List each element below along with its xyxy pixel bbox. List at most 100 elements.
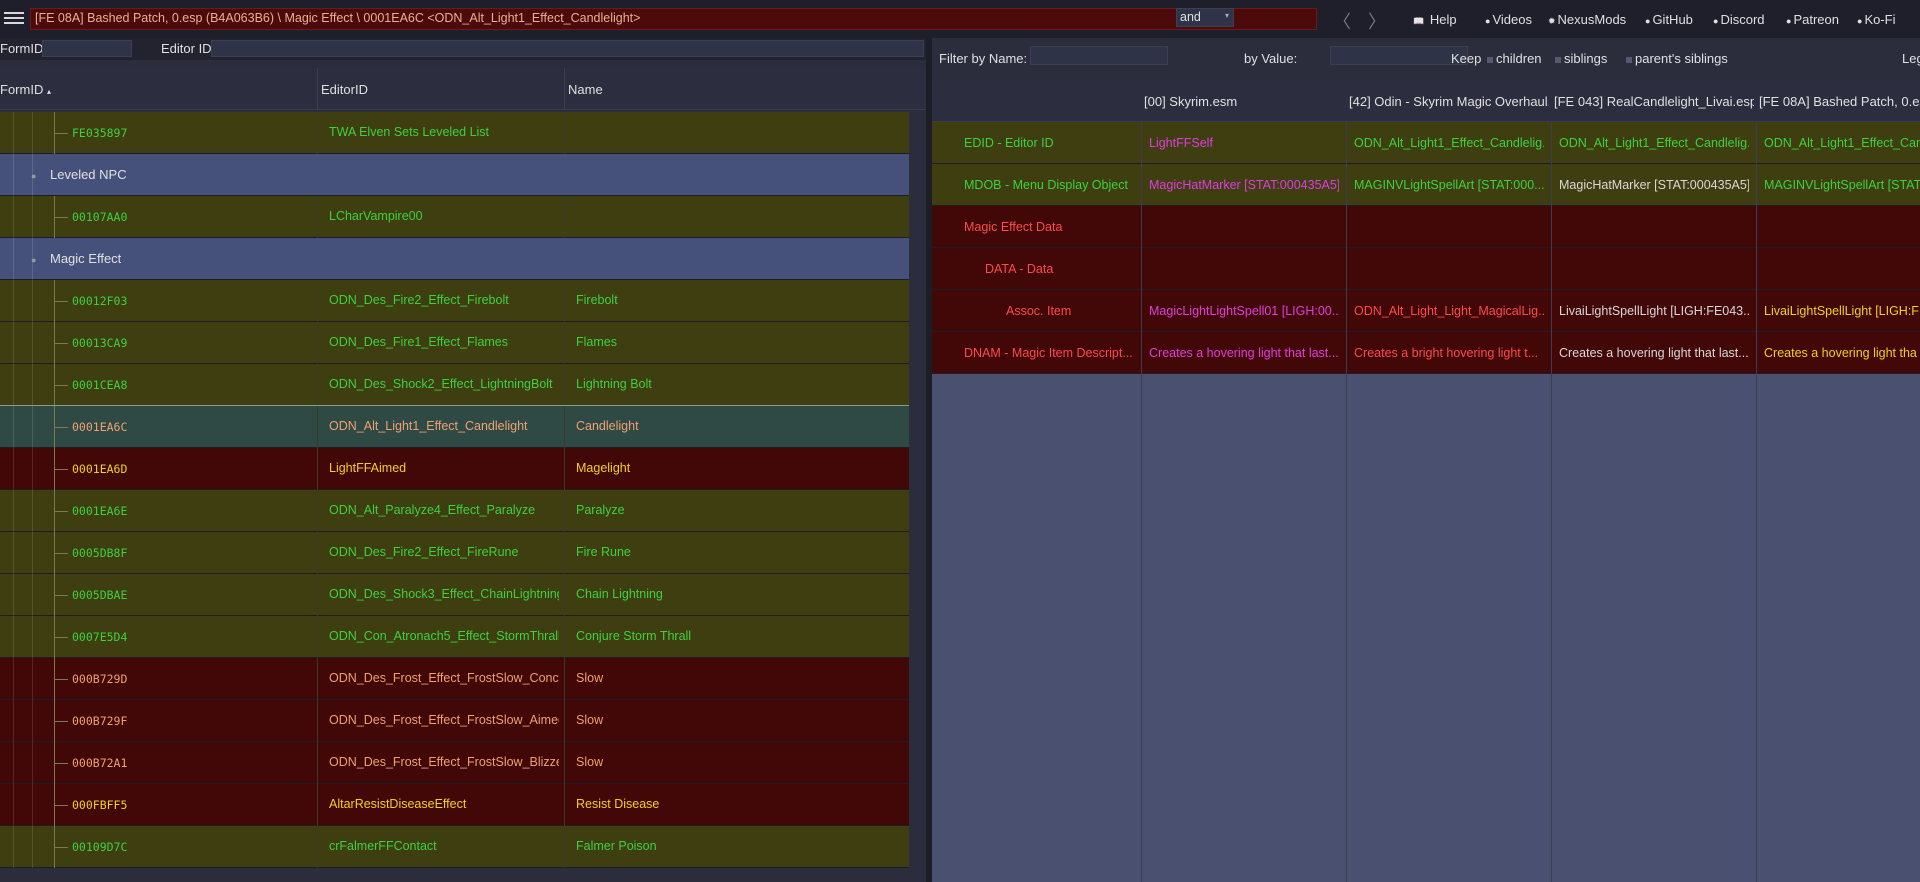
tree-record-row[interactable]: 0001EA6E ODN_Alt_Paralyze4_Effect_Paralyz… (0, 490, 909, 532)
cell-divider (564, 742, 565, 784)
tree-scrollbar[interactable] (909, 112, 926, 882)
column-divider[interactable] (317, 68, 318, 110)
keep-label: Keep (1451, 51, 1482, 66)
expand-toggle-icon[interactable]: ● (31, 171, 36, 181)
help-link[interactable]: 📖 Help (1413, 12, 1457, 27)
keep-parents-siblings-checkbox[interactable]: parent's siblings (1626, 51, 1728, 66)
discord-link[interactable]: ● Discord (1713, 12, 1765, 27)
record-field-row[interactable]: Assoc. Item MagicLightLightSpell01 [LIGH:… (932, 290, 1920, 332)
hamburger-menu-icon[interactable] (2, 9, 26, 29)
tree-guide-line (32, 364, 33, 406)
tree-guide-line (13, 658, 14, 700)
field-value-cell[interactable]: Creates a hovering light that last... (1149, 346, 1339, 360)
tree-record-row[interactable]: 0001EA6C ODN_Alt_Light1_Effect_Candleligh… (0, 405, 910, 449)
tree-record-row[interactable]: 0001EA6D LightFFAimed Magelight (0, 448, 909, 490)
formid-filter-label: FormID (0, 41, 44, 56)
field-value-cell[interactable]: MagicHatMarker [STAT:000435A5] (1559, 178, 1749, 192)
field-value-cell[interactable]: ODN_Alt_Light_Light_MagicalLig... (1354, 304, 1544, 318)
name-cell: Slow (576, 671, 604, 685)
keep-children-checkbox[interactable]: children (1487, 51, 1542, 66)
record-column-divider (1551, 122, 1552, 882)
field-value-cell[interactable]: Creates a hovering light tha (1764, 346, 1920, 360)
field-value-cell[interactable]: MagicHatMarker [STAT:000435A5] (1149, 178, 1339, 192)
tree-record-row[interactable]: 0007E5D4 ODN_Con_Atronach5_Effect_StormTh… (0, 616, 909, 658)
editorid-filter-input[interactable] (211, 40, 924, 57)
tree-record-row[interactable]: 0005DBAE ODN_Des_Shock3_Effect_ChainLight… (0, 574, 909, 616)
cell-divider (564, 196, 565, 238)
editorid-cell: AltarResistDiseaseEffect (329, 797, 467, 811)
and-or-select[interactable]: and ▾ (1176, 8, 1234, 27)
tree-branch-line (54, 385, 68, 386)
tree-branch-line (54, 469, 68, 470)
nexusmods-link[interactable]: ✹ NexusMods (1548, 12, 1626, 27)
legend-button[interactable]: Leg (1902, 51, 1920, 66)
filter-by-name-input[interactable] (1030, 46, 1168, 65)
cell-divider (564, 490, 565, 532)
kofi-link[interactable]: ● Ko-Fi (1857, 12, 1896, 27)
cell-divider (564, 658, 565, 700)
filter-by-value-input[interactable] (1330, 46, 1468, 65)
tree-record-row[interactable]: 00109D7C crFalmerFFContact Falmer Poison (0, 826, 909, 868)
tree-record-row[interactable]: 000B72A1 ODN_Des_Frost_Effect_FrostSlow_B… (0, 742, 909, 784)
record-path-field[interactable]: [FE 08A] Bashed Patch, 0.esp (B4A063B6) … (30, 8, 1317, 30)
tree-branch-line (54, 511, 68, 512)
tree-record-row[interactable]: FE035897 TWA Elven Sets Leveled List (0, 112, 909, 154)
editorid-column-header[interactable]: EditorID (321, 82, 368, 97)
back-arrow-icon[interactable]: 〈 (1333, 8, 1351, 34)
tree-record-row[interactable]: 0005DB8F ODN_Des_Fire2_Effect_FireRune Fir… (0, 532, 909, 574)
tree-guide-line (32, 658, 33, 700)
tree-record-row[interactable]: 000B729F ODN_Des_Frost_Effect_FrostSlow_A… (0, 700, 909, 742)
field-value-cell[interactable]: ODN_Alt_Light1_Effect_Candlelig... (1354, 136, 1544, 150)
github-icon: ● (1645, 16, 1651, 26)
field-value-cell[interactable]: ODN_Alt_Light1_Effect_Candlelig (1764, 136, 1920, 150)
left-filter-bar: FormID Editor ID (0, 38, 926, 60)
formid-cell: 0001EA6D (72, 462, 128, 476)
tree-record-row[interactable]: 000FBFF5 AltarResistDiseaseEffect Resist D… (0, 784, 909, 826)
field-value-cell[interactable]: LivaiLightSpellLight [LIGH:FE (1764, 304, 1920, 318)
record-column-header[interactable]: [FE 08A] Bashed Patch, 0.esp (1759, 94, 1920, 109)
name-column-header[interactable]: Name (568, 82, 603, 97)
patreon-link[interactable]: ● Patreon (1786, 12, 1839, 27)
record-field-row[interactable]: DNAM - Magic Item Descript... Creates a h… (932, 332, 1920, 374)
tree-group-row[interactable]: ● Magic Effect (0, 238, 909, 280)
expand-toggle-icon[interactable]: ● (31, 255, 36, 265)
field-value-cell[interactable]: ODN_Alt_Light1_Effect_Candlelig... (1559, 136, 1749, 150)
tree-record-row[interactable]: 000B729D ODN_Des_Frost_Effect_FrostSlow_C… (0, 658, 909, 700)
tree-branch-line (54, 133, 68, 134)
tree-guide-line (32, 448, 33, 490)
keep-siblings-checkbox[interactable]: siblings (1555, 51, 1607, 66)
tree-record-row[interactable]: 00013CA9 ODN_Des_Fire1_Effect_Flames Flame… (0, 322, 909, 364)
record-field-row[interactable]: EDID - Editor ID LightFFSelf ODN_Alt_Light… (932, 122, 1920, 164)
name-cell: Magelight (576, 461, 631, 475)
checkbox-icon (1626, 56, 1632, 63)
field-value-cell[interactable]: LightFFSelf (1149, 136, 1339, 150)
record-field-row[interactable]: DATA - Data (932, 248, 1920, 290)
record-column-header[interactable]: [00] Skyrim.esm (1144, 94, 1344, 109)
chevron-down-icon: ▾ (1224, 11, 1229, 20)
record-column-header[interactable]: [FE 043] RealCandlelight_Livai.esp (1554, 94, 1754, 109)
field-value-cell[interactable]: LivaiLightSpellLight [LIGH:FE043... (1559, 304, 1749, 318)
record-field-row[interactable]: Magic Effect Data (932, 206, 1920, 248)
tree-group-row[interactable]: ● Leveled NPC (0, 154, 909, 196)
formid-column-header[interactable]: FormID ▴ (0, 82, 51, 97)
tree-record-row[interactable]: 00012F03 ODN_Des_Fire2_Effect_Firebolt Fir… (0, 280, 909, 322)
tree-branch-line (54, 553, 68, 554)
column-divider[interactable] (564, 68, 565, 110)
field-value-cell[interactable]: Creates a hovering light that last... (1559, 346, 1749, 360)
videos-link[interactable]: ● Videos (1485, 12, 1532, 27)
github-link[interactable]: ● GitHub (1645, 12, 1693, 27)
field-value-cell[interactable]: MAGINVLightSpellArt [STAT:000... (1354, 178, 1544, 192)
formid-filter-input[interactable] (42, 40, 132, 57)
cell-divider (564, 700, 565, 742)
record-column-header[interactable]: [42] Odin - Skyrim Magic Overhaul... (1349, 94, 1549, 109)
children-label: children (1496, 51, 1542, 66)
field-value-cell[interactable]: MagicLightLightSpell01 [LIGH:00... (1149, 304, 1339, 318)
tree-record-row[interactable]: 0001CEA8 ODN_Des_Shock2_Effect_LightningB… (0, 364, 909, 406)
editorid-cell: crFalmerFFContact (329, 839, 437, 853)
field-value-cell[interactable]: Creates a bright hovering light t... (1354, 346, 1544, 360)
forward-arrow-icon[interactable]: 〉 (1368, 8, 1386, 34)
field-value-cell[interactable]: MAGINVLightSpellArt [STAT:0 (1764, 178, 1920, 192)
record-field-row[interactable]: MDOB - Menu Display Object MagicHatMarker… (932, 164, 1920, 206)
tree-guide-line (32, 784, 33, 826)
tree-record-row[interactable]: 00107AA0 LCharVampire00 (0, 196, 909, 238)
